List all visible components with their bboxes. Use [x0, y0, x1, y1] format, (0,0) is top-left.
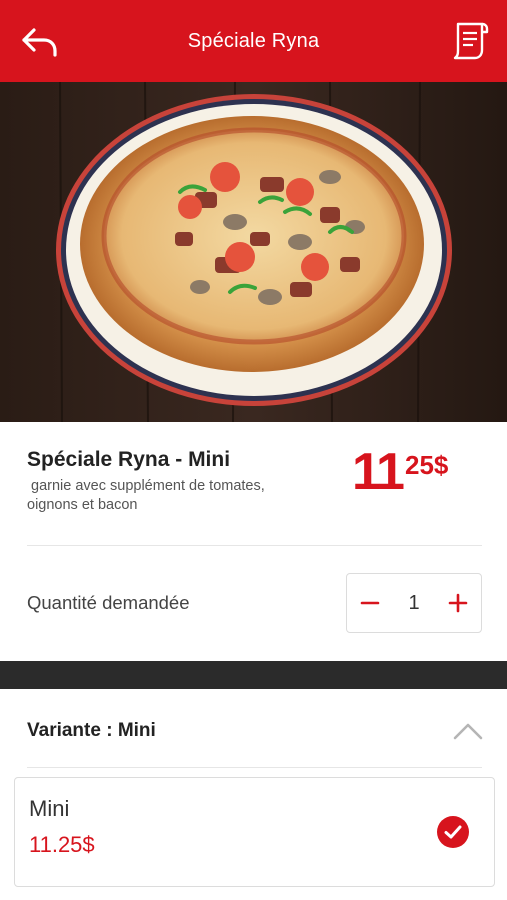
divider [27, 545, 482, 546]
check-circle-icon [437, 816, 469, 848]
divider [27, 767, 482, 768]
app-header: Spéciale Ryna [0, 0, 507, 82]
chevron-up-icon[interactable] [452, 720, 484, 742]
variant-option-name: Mini [29, 796, 70, 821]
variant-label: Variante : Mini [27, 720, 156, 741]
quantity-label: Quantité demandée [27, 592, 190, 613]
price-integer: 11 [352, 443, 405, 501]
pizza-photo [0, 82, 507, 422]
plus-icon [448, 593, 468, 613]
product-price: 11 25 $ [352, 446, 448, 498]
price-currency: $ [433, 450, 449, 480]
back-arrow-icon[interactable] [20, 22, 60, 62]
product-description-line: garnie avec supplément de tomates, [27, 478, 265, 494]
increase-quantity-button[interactable] [447, 592, 469, 614]
decrease-quantity-button[interactable] [359, 592, 381, 614]
product-description: garnie avec supplément de tomates, oigno… [27, 477, 347, 515]
page-title: Spéciale Ryna [187, 29, 320, 52]
variant-option[interactable]: Mini 11.25$ [14, 777, 495, 887]
variant-option-price: 11.25$ [29, 832, 95, 857]
product-description-line: oignons et bacon [27, 497, 138, 513]
minus-icon [360, 601, 380, 605]
price-cents: 25 [404, 450, 434, 480]
quantity-value: 1 [408, 591, 420, 614]
section-divider-bar [0, 661, 507, 689]
quantity-stepper: 1 [346, 573, 482, 633]
product-name: Spéciale Ryna - Mini [27, 448, 231, 471]
product-info: Spéciale Ryna - Mini garnie avec supplém… [27, 448, 347, 515]
receipt-icon[interactable] [449, 20, 489, 62]
